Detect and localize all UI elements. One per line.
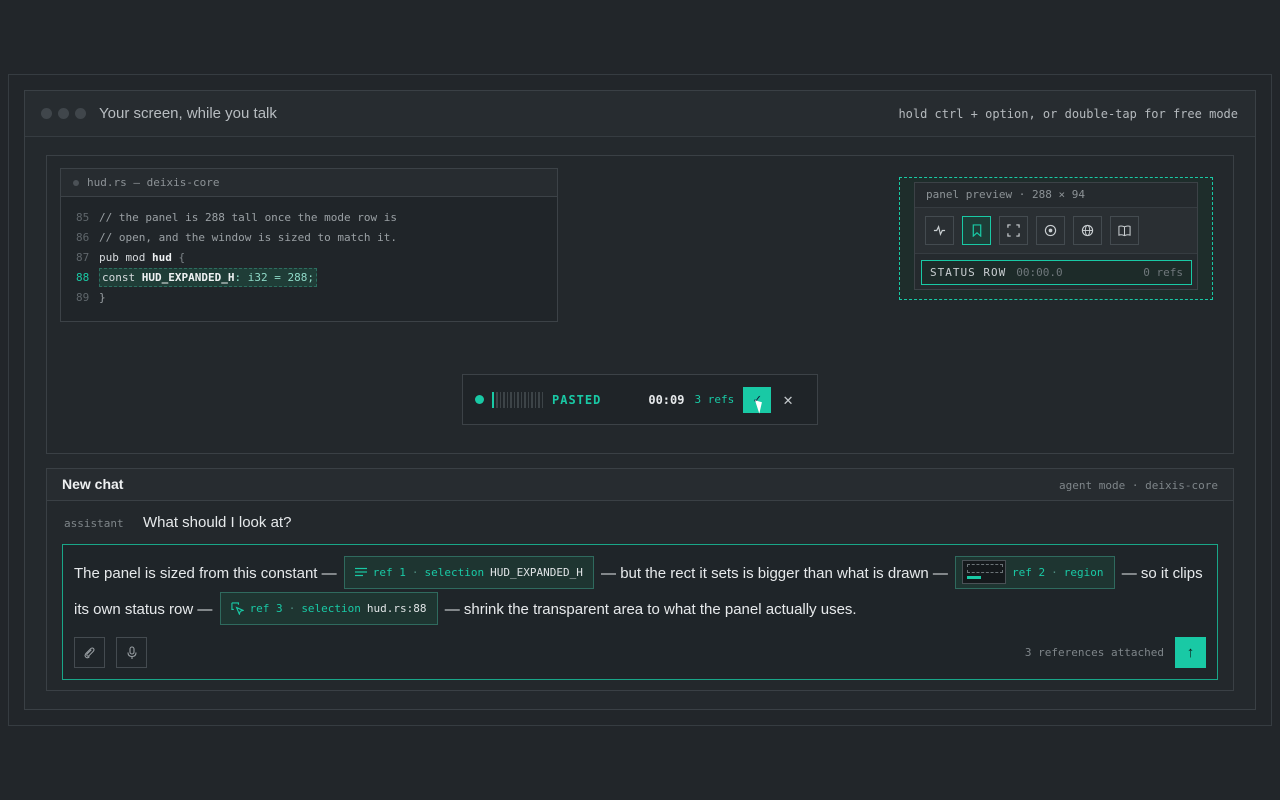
recorder-pill: PASTED 00:09 3 refs ✓ ✕ [462,374,818,425]
status-row: STATUS ROW 00:00.0 0 refs [921,260,1192,285]
punctuation: { [171,250,186,264]
chat-mode: agent mode · deixis-core [1059,479,1218,492]
status-refs: 0 refs [1143,266,1183,279]
attach-button[interactable] [74,637,105,668]
code-line[interactable]: 87 pub mod hud { [61,247,557,267]
message-text: — but the rect it sets is bigger than wh… [601,565,948,582]
screen-area: hud.rs — deixis-core 85 // the panel is … [46,155,1234,454]
panel-preview-title: panel preview · 288 × 94 [915,183,1197,208]
line-text: // open, and the window is sized to matc… [99,230,398,244]
record-icon[interactable] [1036,216,1065,245]
globe-icon[interactable] [1073,216,1102,245]
recording-dot-icon [475,395,484,404]
keyword: const [102,270,142,284]
ref-separator: · [288,601,296,615]
region-selection[interactable]: panel preview · 288 × 94 STATUS ROW 00:0… [899,177,1213,300]
shortcut-hint: hold ctrl + option, or double-tap for fr… [898,107,1238,121]
maximize-window-dot[interactable] [75,108,86,119]
line-number: 87 [76,250,90,264]
line-text: } [99,290,106,304]
chat-title: New chat [62,476,124,492]
message-text: The panel is sized from this constant — [74,565,337,582]
ref-value: HUD_EXPANDED_H [490,565,583,579]
ref-separator: · [411,565,419,579]
lines-icon [354,567,367,577]
line-number: 88 [76,270,90,284]
reference-chip-3[interactable]: ref 3 · selection hud.rs:88 [219,591,438,625]
assistant-message: What should I look at? [143,514,292,531]
region-icon[interactable] [999,216,1028,245]
ref-kind: selection [424,565,485,579]
recorder-time: 00:09 [648,392,685,407]
send-button[interactable]: ↑ [1175,637,1206,668]
status-label: STATUS ROW [930,266,1007,279]
code-editor: hud.rs — deixis-core 85 // the panel is … [60,168,558,322]
identifier: HUD_EXPANDED_H [141,270,235,284]
book-icon[interactable] [1110,216,1139,245]
composer-text[interactable]: The panel is sized from this constant — … [74,555,1204,628]
keyword: pub mod [99,250,152,264]
code-line-active[interactable]: 88 const HUD_EXPANDED_H: i32 = 288; [61,267,557,287]
line-number: 89 [76,290,90,304]
attached-count: 3 references attached [1024,646,1164,659]
window-title: Your screen, while you talk [99,105,277,122]
close-window-dot[interactable] [41,108,52,119]
bookmark-icon[interactable] [962,216,991,245]
code-file-title: hud.rs — deixis-core [87,176,220,189]
ref-label: ref 3 [249,601,283,615]
code-line[interactable]: 85 // the panel is 288 tall once the mod… [61,207,557,227]
ref-kind: region [1063,565,1104,579]
microphone-button[interactable] [116,637,147,668]
line-number: 85 [76,210,90,224]
reference-chip-2[interactable]: ref 2 · region [955,555,1115,589]
message-composer[interactable]: The panel is sized from this constant — … [62,544,1218,680]
title-bar: Your screen, while you talk hold ctrl + … [25,91,1255,137]
pulse-icon[interactable] [925,216,954,245]
type-annotation: : i32 = 288; [234,270,314,284]
recorder-refs: 3 refs [694,393,735,406]
ref-label: ref 2 [1012,565,1046,579]
message-text: — shrink the transparent area to what th… [444,601,857,618]
line-text: // the panel is 288 tall once the mode r… [99,210,398,224]
arrow-up-icon: ↑ [1186,644,1195,661]
code-lines: 85 // the panel is 288 tall once the mod… [61,197,557,307]
code-line[interactable]: 89 } [61,287,557,307]
chat-panel: New chat agent mode · deixis-core assist… [46,468,1234,691]
ref-label: ref 1 [372,565,406,579]
line-number: 86 [76,230,90,244]
chat-header: New chat agent mode · deixis-core [47,469,1233,501]
selected-code[interactable]: const HUD_EXPANDED_H: i32 = 288; [99,267,317,287]
microphone-icon [126,645,137,659]
message-role: assistant [64,517,124,530]
line-text: pub mod hud { [99,251,185,264]
recorder-state: PASTED [552,392,602,407]
reference-chip-1[interactable]: ref 1 · selection HUD_EXPANDED_H [343,555,594,589]
ref-value: hud.rs:88 [366,601,427,615]
status-time: 00:00.0 [1016,266,1063,279]
close-icon[interactable]: ✕ [783,390,793,409]
cursor-select-icon [230,601,244,615]
ref-kind: selection [301,601,361,615]
app-window: Your screen, while you talk hold ctrl + … [24,90,1256,710]
window-controls [41,108,86,119]
mode-row [915,208,1197,254]
paperclip-icon [84,647,95,659]
waveform [492,391,543,408]
file-dot-icon [73,179,79,186]
confirm-button[interactable]: ✓ [743,386,772,414]
region-thumbnail [962,560,1007,585]
ref-separator: · [1051,565,1058,579]
code-line[interactable]: 86 // open, and the window is sized to m… [61,227,557,247]
panel-preview: panel preview · 288 × 94 STATUS ROW 00:0… [914,182,1198,290]
code-editor-header: hud.rs — deixis-core [61,169,557,197]
mouse-cursor-icon [755,397,766,414]
identifier: hud [151,250,172,264]
minimize-window-dot[interactable] [58,108,69,119]
